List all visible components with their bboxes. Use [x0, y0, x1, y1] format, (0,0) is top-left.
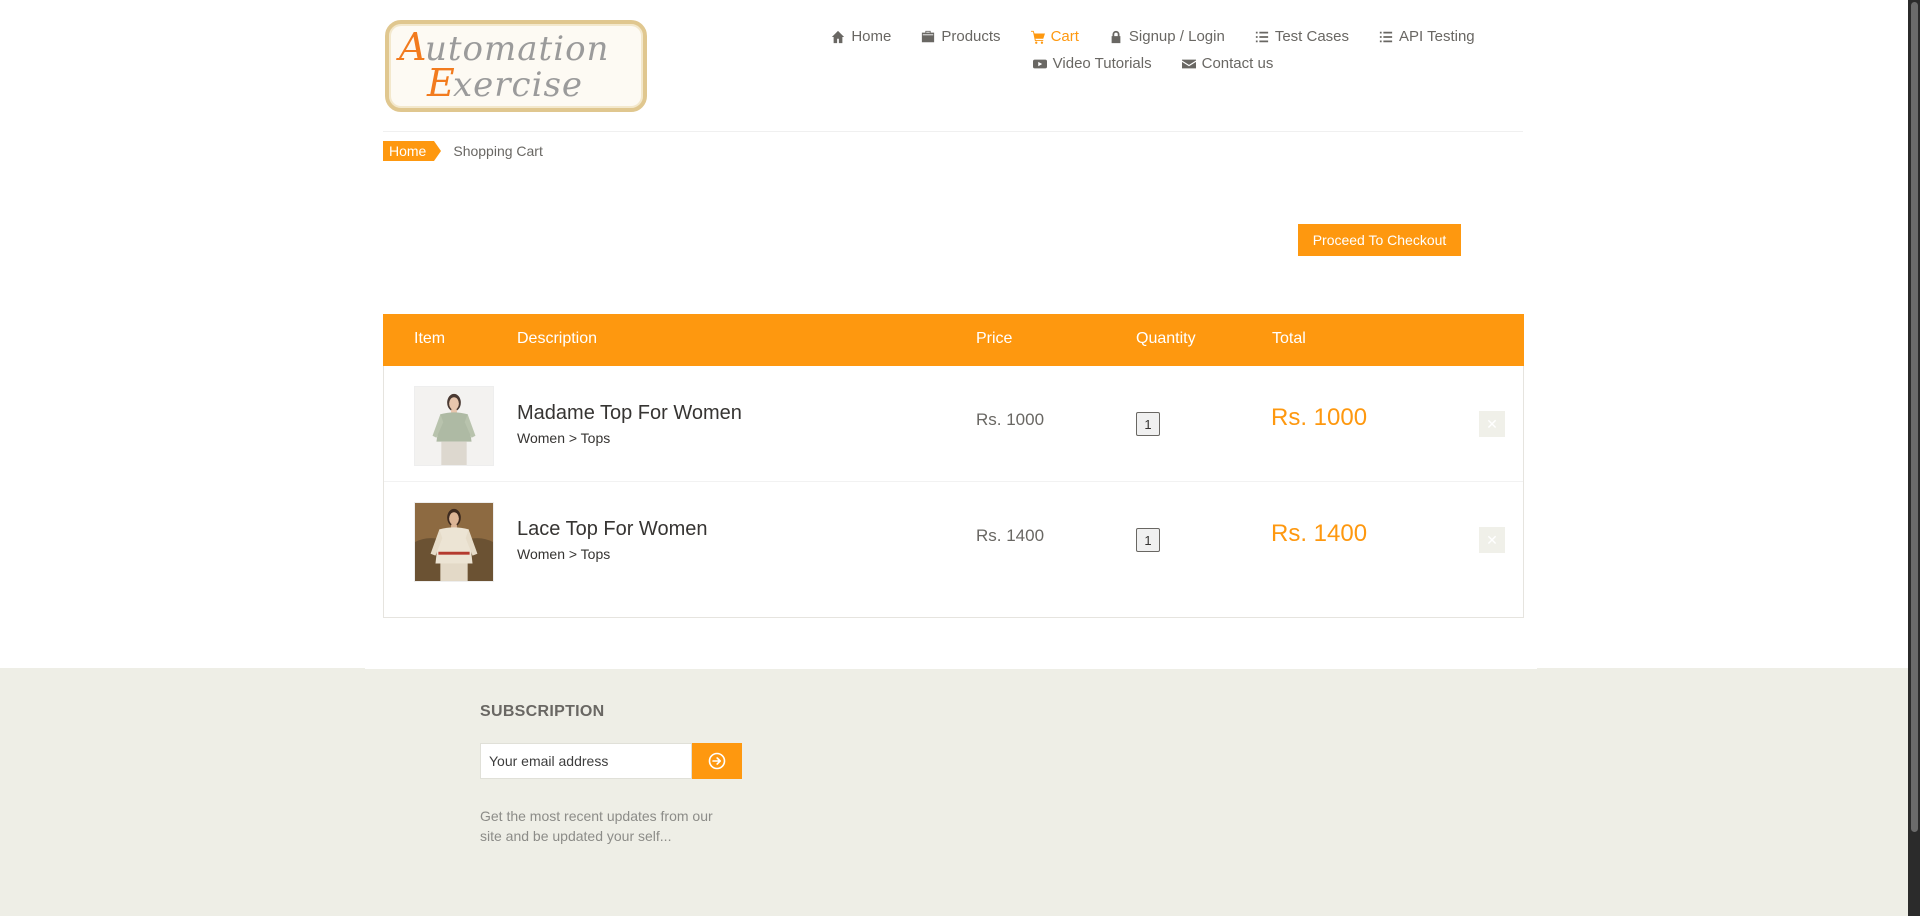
product-total: Rs. 1000	[1271, 404, 1368, 431]
nav-contact-us-label: Contact us	[1201, 55, 1274, 72]
nav-cart-label: Cart	[1050, 28, 1079, 45]
list-icon	[1255, 31, 1268, 42]
site-footer: SUBSCRIPTION Get the most recent updates…	[0, 668, 1908, 916]
delete-item-button[interactable]: ✕	[1479, 527, 1505, 553]
product-thumbnail-madame-top	[415, 387, 493, 465]
breadcrumb: Home Shopping Cart	[383, 141, 543, 161]
nav-home[interactable]: Home	[831, 28, 891, 45]
scrollbar-thumb[interactable]	[1911, 2, 1918, 832]
nav-home-label: Home	[851, 28, 892, 45]
lock-icon	[1111, 30, 1121, 43]
subscription-email-input[interactable]	[480, 743, 692, 779]
nav-api-testing-label: API Testing	[1399, 28, 1475, 45]
header-total: Total	[1272, 330, 1306, 347]
footer-divider	[365, 668, 1537, 669]
table-row: Lace Top For Women Women > Tops Rs. 1400…	[384, 482, 1523, 598]
site-logo[interactable]: A utomation E xercise	[385, 20, 647, 112]
nav-test-cases[interactable]: Test Cases	[1255, 28, 1349, 45]
cart-icon	[1030, 30, 1045, 44]
svg-text:A: A	[396, 25, 426, 69]
nav-cart[interactable]: Cart	[1030, 28, 1079, 45]
nav-signup-login-label: Signup / Login	[1128, 28, 1225, 45]
nav-video-tutorials-label: Video Tutorials	[1052, 55, 1152, 72]
nav-video-tutorials[interactable]: Video Tutorials	[1032, 55, 1152, 72]
nav-products[interactable]: Products	[921, 28, 1001, 45]
svg-text:E: E	[426, 61, 455, 105]
header-price: Price	[976, 330, 1013, 347]
quantity-button[interactable]: 1	[1136, 528, 1160, 552]
main-nav: Home Products Cart Signup / Login Test C…	[783, 28, 1523, 72]
svg-text:xercise: xercise	[453, 65, 583, 105]
close-icon: ✕	[1486, 531, 1498, 548]
product-name[interactable]: Madame Top For Women	[517, 402, 742, 425]
product-price: Rs. 1000	[976, 410, 1045, 429]
cart-table: Item Description Price Quantity Total Ma…	[383, 314, 1524, 618]
arrow-circle-right-icon	[708, 752, 726, 770]
nav-test-cases-label: Test Cases	[1274, 28, 1350, 45]
subscription-description: Get the most recent updates from our sit…	[480, 808, 713, 844]
youtube-play-icon	[1032, 59, 1047, 68]
quantity-button[interactable]: 1	[1136, 412, 1160, 436]
nav-products-label: Products	[941, 28, 1001, 45]
product-price: Rs. 1400	[976, 526, 1045, 545]
subscribe-button[interactable]	[692, 743, 742, 779]
product-name[interactable]: Lace Top For Women	[517, 518, 707, 541]
delete-item-button[interactable]: ✕	[1479, 411, 1505, 437]
header-description: Description	[517, 330, 598, 347]
breadcrumb-current: Shopping Cart	[453, 143, 543, 159]
product-total: Rs. 1400	[1271, 520, 1368, 547]
subscription-form	[480, 743, 742, 779]
shopping-bag-icon	[922, 30, 935, 42]
product-category: Women > Tops	[517, 546, 611, 562]
nav-api-testing[interactable]: API Testing	[1379, 28, 1475, 45]
home-icon	[832, 30, 845, 43]
close-icon: ✕	[1486, 415, 1498, 432]
page-scrollbar[interactable]	[1908, 0, 1920, 916]
product-thumbnail-lace-top	[415, 503, 493, 581]
list-icon	[1379, 31, 1393, 42]
site-header: A utomation E xercise Home Products Cart…	[383, 18, 1523, 132]
proceed-to-checkout-button[interactable]: Proceed To Checkout	[1298, 224, 1461, 256]
product-image[interactable]	[414, 502, 494, 582]
breadcrumb-home-link[interactable]: Home	[383, 141, 442, 161]
header-divider	[383, 131, 1523, 132]
header-quantity: Quantity	[1136, 330, 1196, 347]
logo-graphic: A utomation E xercise	[396, 25, 608, 105]
nav-signup-login[interactable]: Signup / Login	[1109, 28, 1225, 45]
table-row: Madame Top For Women Women > Tops Rs. 10…	[384, 366, 1523, 482]
product-image[interactable]	[414, 386, 494, 466]
envelope-icon	[1181, 59, 1196, 68]
header-item: Item	[414, 330, 446, 347]
cart-table-header: Item Description Price Quantity Total	[383, 314, 1524, 366]
subscription-title: SUBSCRIPTION	[480, 703, 605, 720]
product-category: Women > Tops	[517, 430, 611, 446]
nav-contact-us[interactable]: Contact us	[1181, 55, 1274, 72]
